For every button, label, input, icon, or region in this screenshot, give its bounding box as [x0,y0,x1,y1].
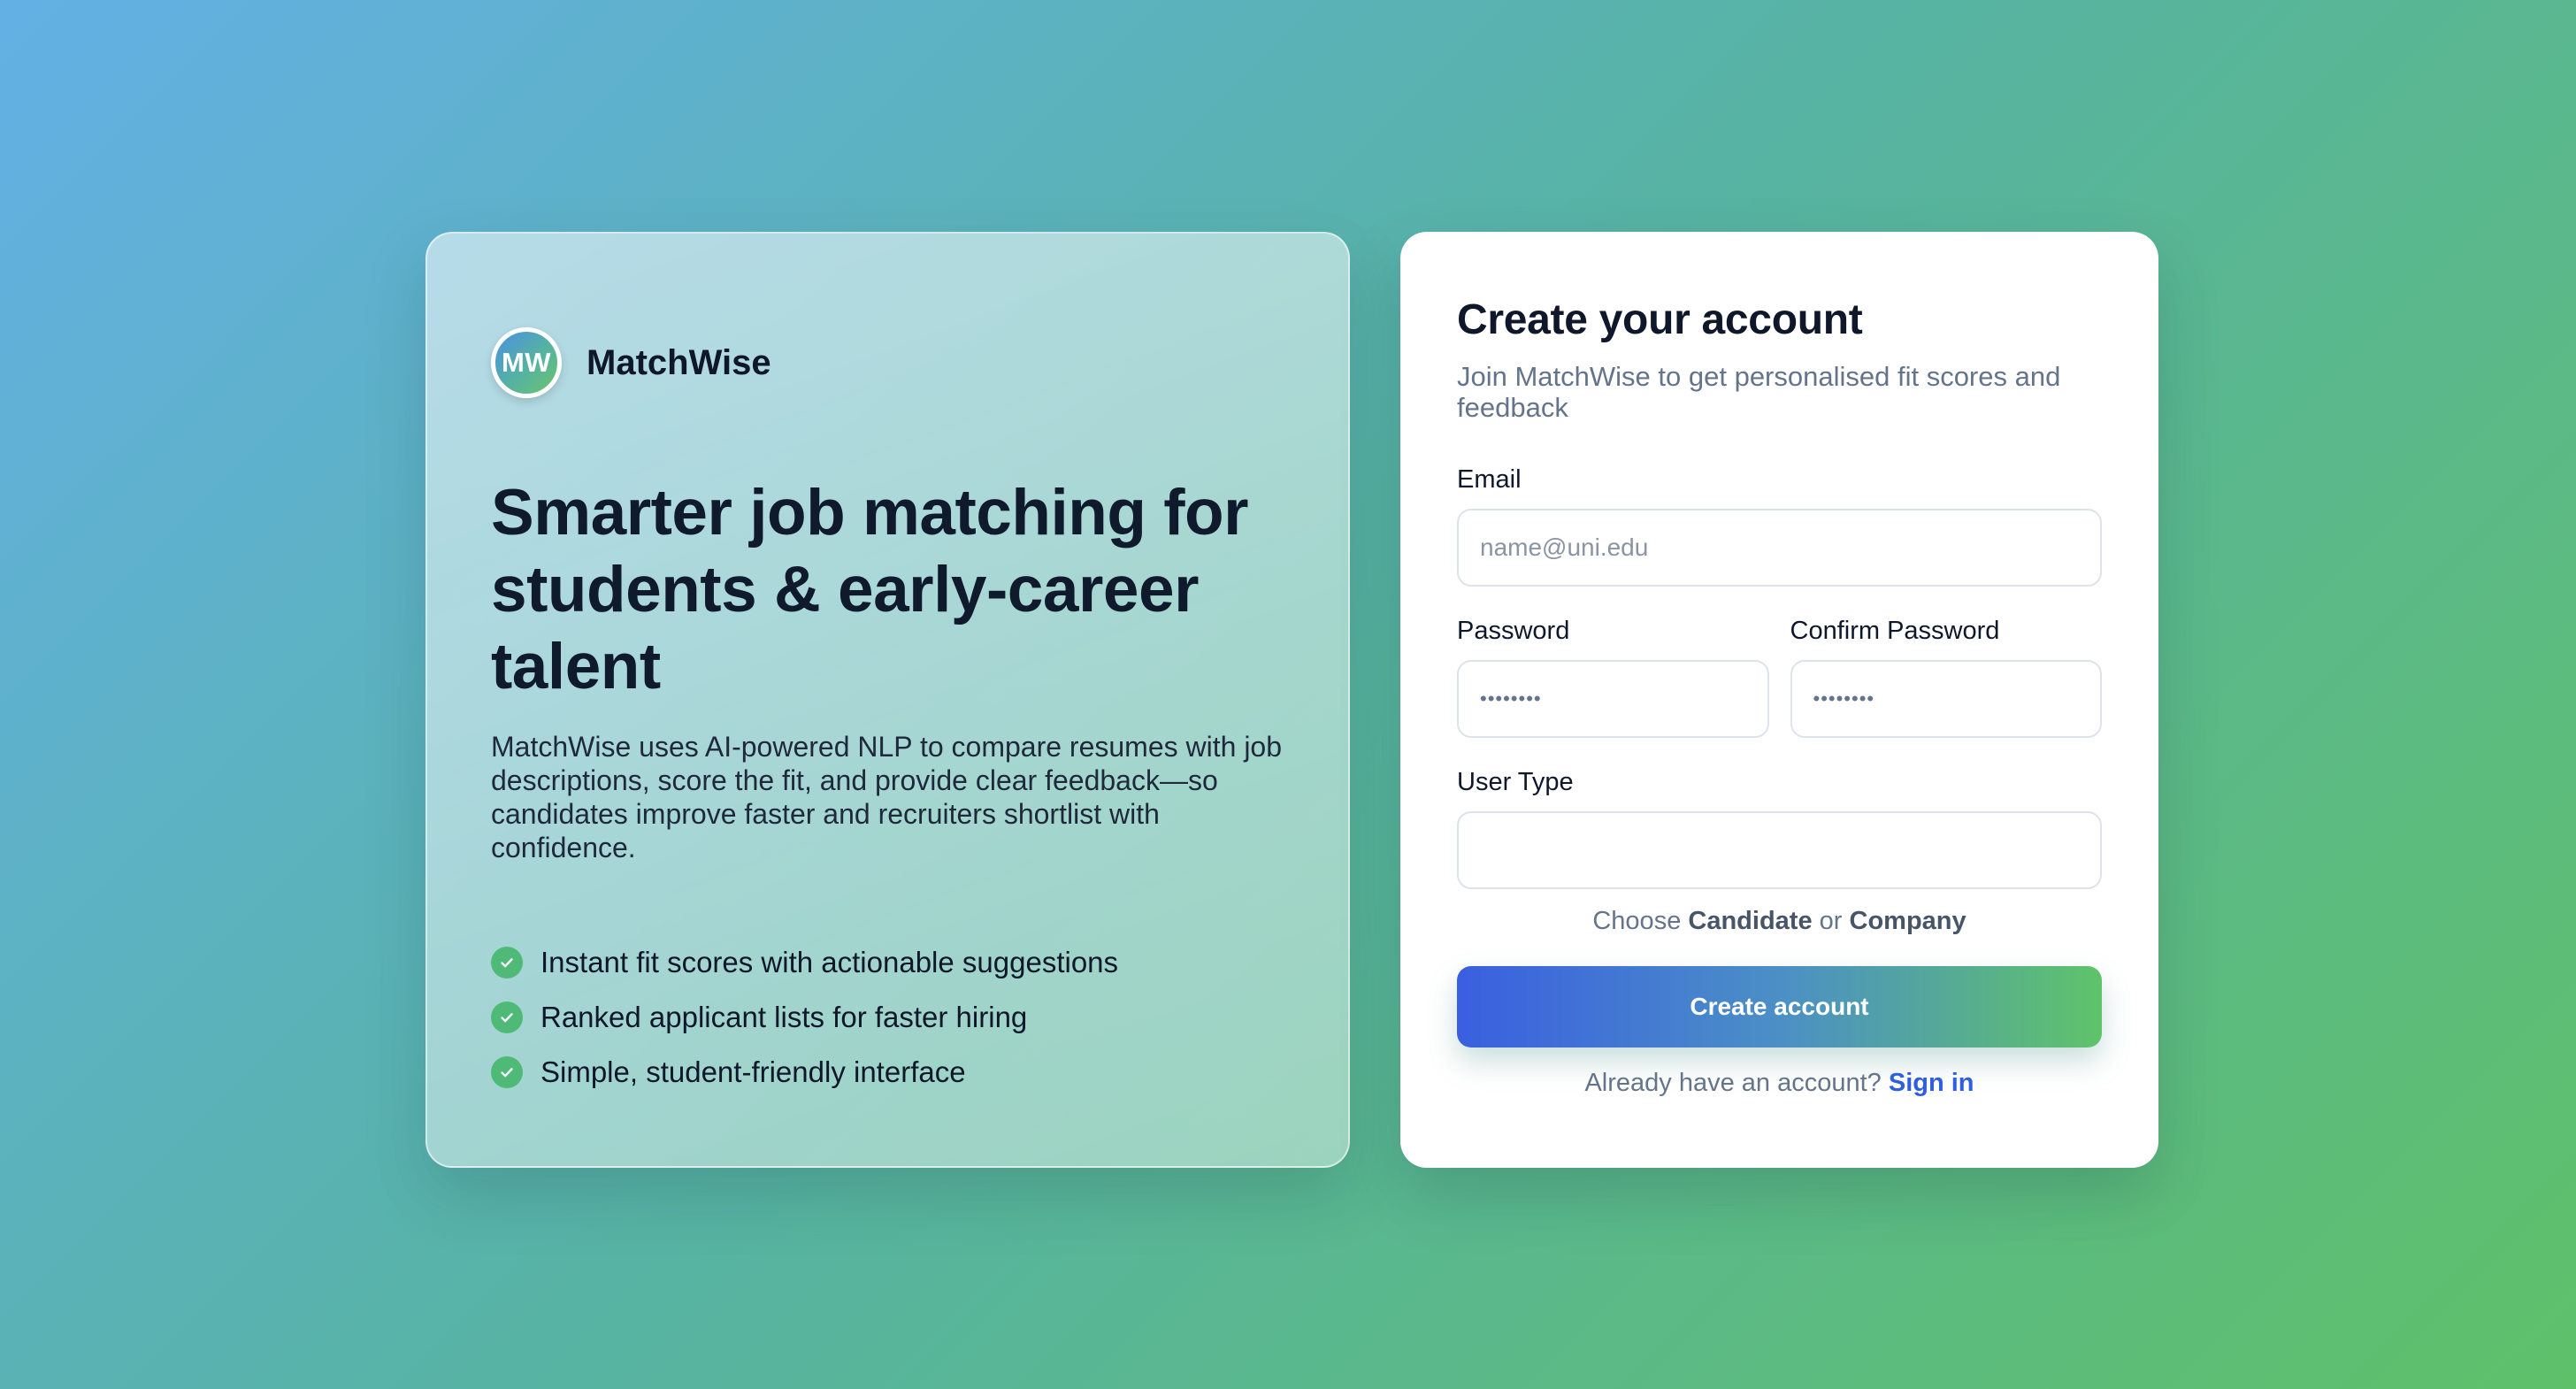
email-label: Email [1457,465,1522,494]
confirm-password-group: Confirm Password •••••••• [1790,617,2102,738]
confirm-password-field[interactable]: •••••••• [1790,660,2102,738]
password-group: Password •••••••• [1457,617,1769,738]
password-field[interactable]: •••••••• [1457,660,1769,738]
feature-text: Instant fit scores with actionable sugge… [540,946,1119,978]
feature-text: Simple, student-friendly interface [540,1055,966,1088]
hint-prefix: Choose [1592,907,1682,935]
brand-name: MatchWise [586,342,771,382]
check-circle-icon [491,1001,523,1033]
hero-title-line-1: Smarter job matching for [491,477,1249,549]
confirm-password-placeholder: •••••••• [1813,687,1875,710]
user-type-label: User Type [1457,768,1574,796]
user-type-group: User Type [1457,768,2102,889]
hero-title-line-3: talent [491,631,661,702]
brand-logo-text: MW [501,347,552,378]
hero-panel: MW MatchWise Smarter job matching for st… [426,232,1350,1168]
user-type-field[interactable] [1457,811,2102,889]
email-group: Email [1457,465,2102,587]
create-account-button[interactable]: Create account [1457,966,2102,1048]
brand: MW MatchWise [491,326,1284,400]
password-label: Password [1457,617,1570,645]
signin-prompt-line: Already have an account? Sign in [1457,1069,2102,1098]
feature-item: Simple, student-friendly interface [491,1045,1284,1100]
hint-connector: or [1819,907,1843,935]
check-circle-icon [491,947,523,978]
check-circle-icon [491,1056,523,1088]
feature-item: Ranked applicant lists for faster hiring [491,990,1284,1045]
user-type-hint: Choose Candidate or Company [1457,907,2102,936]
password-placeholder: •••••••• [1480,687,1542,710]
hero-title: Smarter job matching for students & earl… [491,474,1284,705]
form-title: Create your account [1457,296,1863,343]
email-field[interactable] [1457,509,2102,587]
feature-item: Instant fit scores with actionable sugge… [491,935,1284,990]
hero-description: MatchWise uses AI-powered NLP to compare… [491,731,1283,863]
confirm-password-label: Confirm Password [1790,617,2000,645]
feature-list: Instant fit scores with actionable sugge… [491,935,1284,1100]
signup-form-card: Create your account Join MatchWise to ge… [1400,232,2158,1168]
feature-text: Ranked applicant lists for faster hiring [540,1001,1028,1033]
hint-option-candidate: Candidate [1688,907,1813,935]
password-row: Password •••••••• Confirm Password •••••… [1457,617,2102,738]
hero-title-line-2: students & early-career [491,554,1199,625]
brand-logo: MW [491,327,562,398]
signin-prompt: Already have an account? [1584,1069,1882,1097]
form-subtitle: Join MatchWise to get personalised fit s… [1457,361,2061,423]
sign-in-link[interactable]: Sign in [1889,1069,1974,1097]
hint-option-company: Company [1849,907,1966,935]
